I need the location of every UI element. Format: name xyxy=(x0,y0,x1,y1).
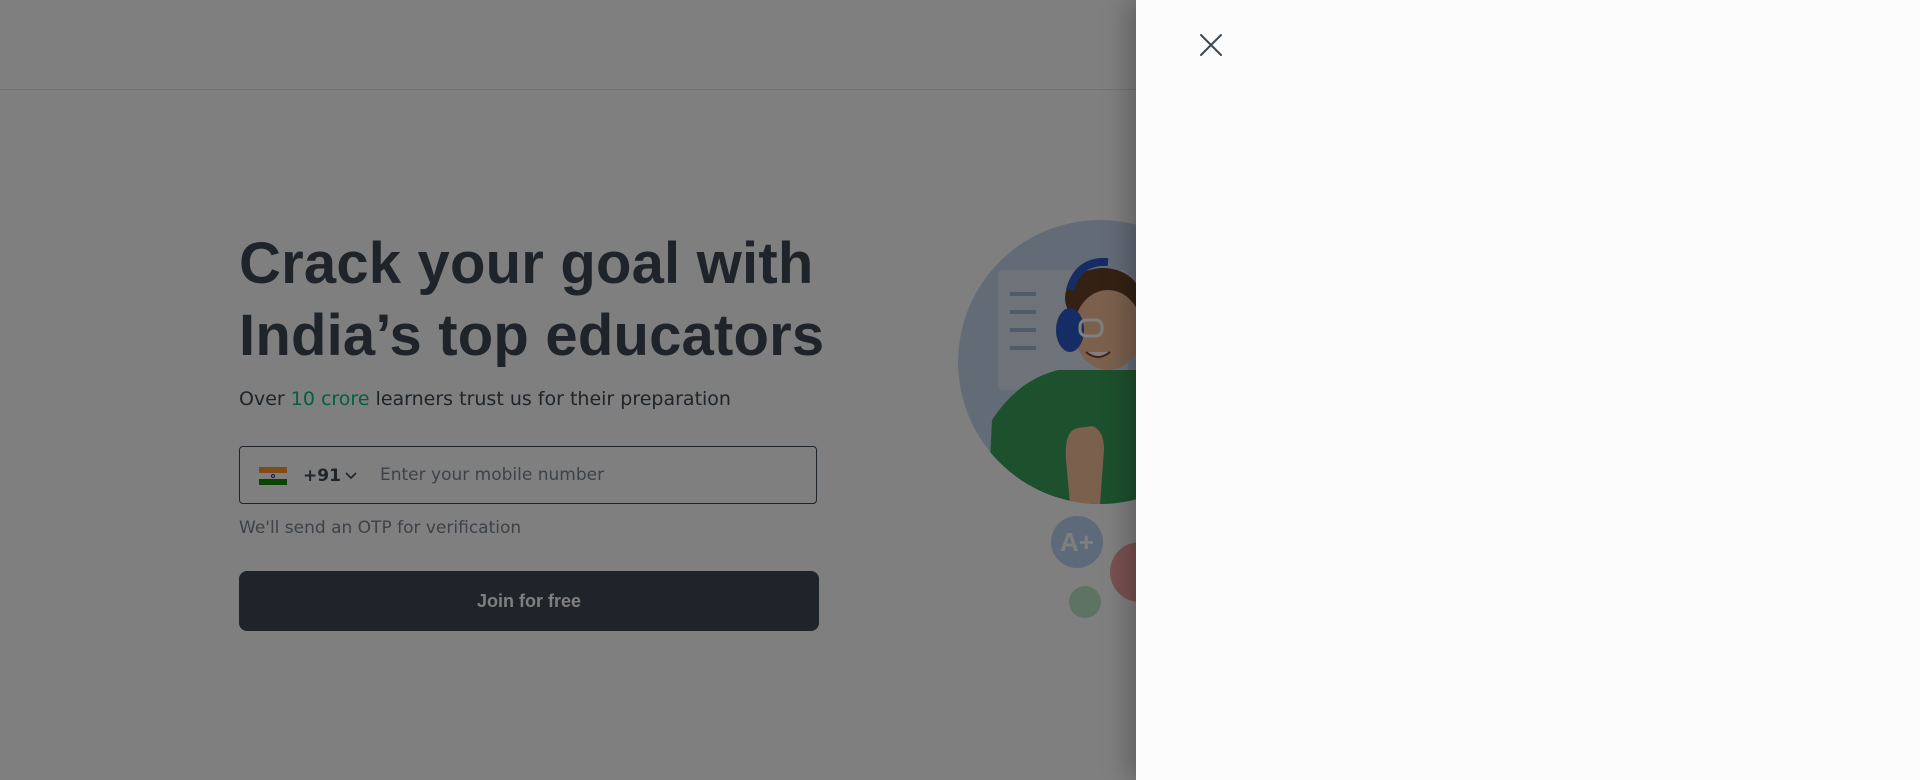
close-drawer-button[interactable] xyxy=(1196,30,1226,60)
signup-drawer xyxy=(1136,0,1920,780)
close-icon xyxy=(1200,34,1222,56)
